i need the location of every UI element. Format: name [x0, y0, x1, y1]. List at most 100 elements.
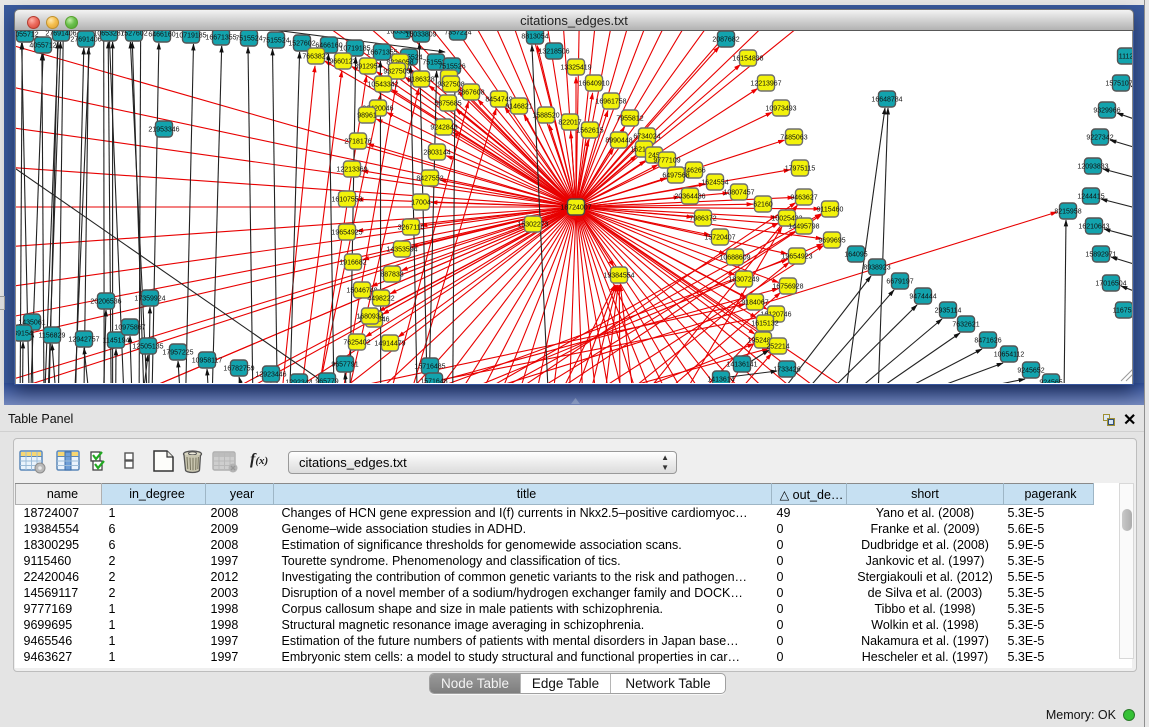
svg-text:10654112: 10654112	[994, 352, 1025, 359]
svg-text:17975115: 17975115	[785, 166, 816, 173]
svg-text:6734024: 6734024	[633, 134, 660, 141]
svg-text:7632621: 7632621	[952, 322, 979, 329]
svg-text:4498222: 4498222	[367, 296, 394, 303]
svg-text:17004: 17004	[411, 200, 431, 207]
svg-text:10958117: 10958117	[192, 358, 223, 365]
svg-text:2935114: 2935114	[935, 308, 962, 315]
svg-text:8427552: 8427552	[416, 176, 443, 183]
svg-text:21953346: 21953346	[148, 127, 179, 134]
svg-text:1244415: 1244415	[1077, 194, 1104, 201]
svg-text:15892971: 15892971	[1085, 252, 1116, 259]
svg-text:2718176: 2718176	[344, 139, 371, 146]
svg-text:12505135: 12505135	[132, 344, 163, 351]
svg-text:14914479: 14914479	[374, 341, 405, 348]
svg-text:9699695: 9699695	[818, 238, 845, 245]
svg-text:9327508: 9327508	[437, 82, 464, 89]
svg-text:10543342: 10543342	[367, 82, 398, 89]
svg-text:9329966: 9329966	[1093, 108, 1120, 115]
svg-text:9227342: 9227342	[1086, 135, 1113, 142]
svg-text:7663822: 7663822	[302, 54, 329, 61]
svg-text:6466160: 6466160	[148, 32, 175, 39]
svg-text:16756928: 16756928	[772, 284, 803, 291]
svg-text:9327505: 9327505	[383, 69, 410, 76]
svg-text:16671355: 16671355	[205, 35, 236, 42]
svg-text:12923446: 12923446	[255, 372, 286, 379]
svg-text:12942757: 12942757	[68, 337, 99, 344]
svg-text:18724007: 18724007	[560, 205, 591, 212]
svg-text:10973493: 10973493	[765, 106, 796, 113]
svg-text:8454749: 8454749	[485, 97, 512, 104]
svg-text:27691406: 27691406	[70, 37, 101, 44]
svg-text:17016504: 17016504	[1095, 281, 1126, 288]
svg-text:1588520: 1588520	[532, 113, 559, 120]
svg-text:1527602: 1527602	[288, 41, 315, 48]
svg-text:1145194: 1145194	[103, 338, 130, 345]
svg-text:13325419: 13325419	[560, 65, 591, 72]
svg-text:39154: 39154	[16, 331, 33, 338]
svg-text:887833: 887833	[380, 272, 403, 279]
svg-text:9660123: 9660123	[329, 59, 356, 66]
svg-text:12093833: 12093833	[1077, 164, 1108, 171]
svg-text:7986372: 7986372	[689, 216, 716, 223]
svg-text:1562615: 1562615	[576, 128, 603, 135]
svg-text:1112: 1112	[1119, 54, 1133, 61]
svg-text:1413614: 1413614	[707, 377, 734, 384]
svg-text:116753: 116753	[1113, 308, 1133, 315]
svg-text:3267110: 3267110	[398, 225, 425, 232]
svg-text:15302273: 15302273	[517, 222, 548, 229]
svg-text:16640910: 16640910	[578, 81, 609, 88]
svg-text:8215958: 8215958	[1054, 209, 1081, 216]
svg-text:16154838: 16154838	[732, 56, 763, 63]
svg-text:1680934: 1680934	[356, 314, 383, 321]
svg-text:16210643: 16210643	[1078, 224, 1109, 231]
svg-text:10688609: 10688609	[719, 255, 750, 262]
svg-text:6679197: 6679197	[886, 279, 913, 286]
svg-text:8912954: 8912954	[354, 64, 381, 71]
svg-text:9474444: 9474444	[909, 294, 936, 301]
svg-text:7515524: 7515524	[262, 38, 289, 45]
svg-text:7625402: 7625402	[343, 340, 370, 347]
svg-text:7955812: 7955812	[616, 116, 643, 123]
svg-text:16107553: 16107553	[331, 197, 362, 204]
svg-text:1571648: 1571648	[420, 379, 447, 384]
svg-text:12213967: 12213967	[750, 81, 781, 88]
svg-text:8471626: 8471626	[974, 338, 1001, 345]
svg-text:2867608: 2867608	[457, 90, 484, 97]
svg-text:15716485: 15716485	[414, 364, 445, 371]
svg-text:16648784: 16648784	[871, 97, 902, 104]
svg-text:10975867: 10975867	[114, 325, 145, 332]
svg-text:14353594: 14353594	[386, 247, 417, 254]
svg-text:16782759: 16782759	[223, 366, 254, 373]
svg-text:18307249: 18307249	[728, 277, 759, 284]
svg-text:4055712: 4055712	[29, 43, 56, 50]
svg-text:8186328: 8186328	[407, 77, 434, 84]
svg-text:924565: 924565	[1039, 380, 1062, 384]
svg-text:9115460: 9115460	[817, 207, 844, 214]
svg-text:1156829: 1156829	[39, 333, 66, 340]
svg-text:8813054: 8813054	[521, 34, 548, 41]
svg-text:16033809: 16033809	[405, 32, 436, 39]
svg-text:17359924: 17359924	[134, 296, 165, 303]
svg-text:9245652: 9245652	[1017, 368, 1044, 375]
svg-text:9146821: 9146821	[505, 104, 532, 111]
svg-text:1733426: 1733426	[773, 367, 800, 374]
svg-text:1292344: 1292344	[285, 380, 312, 384]
svg-text:5875685: 5875685	[434, 101, 461, 108]
svg-text:9242848: 9242848	[430, 125, 457, 132]
svg-text:7515524: 7515524	[235, 36, 262, 43]
svg-text:20364436: 20364436	[674, 194, 705, 201]
svg-text:14136141: 14136141	[726, 362, 757, 369]
svg-text:8990448: 8990448	[605, 138, 632, 145]
svg-text:1615132: 1615132	[751, 321, 778, 328]
svg-text:1624554: 1624554	[701, 180, 728, 187]
svg-text:98961: 98961	[357, 113, 377, 120]
svg-text:8938923: 8938923	[863, 265, 890, 272]
svg-text:164095: 164095	[844, 252, 867, 259]
svg-text:9657791: 9657791	[331, 362, 358, 369]
svg-text:15751074: 15751074	[1105, 81, 1133, 88]
svg-text:10719185: 10719185	[175, 33, 206, 40]
svg-text:17957225: 17957225	[162, 350, 193, 357]
svg-text:965779: 965779	[315, 379, 338, 384]
svg-text:822017: 822017	[558, 120, 581, 127]
svg-text:252214: 252214	[766, 344, 789, 351]
